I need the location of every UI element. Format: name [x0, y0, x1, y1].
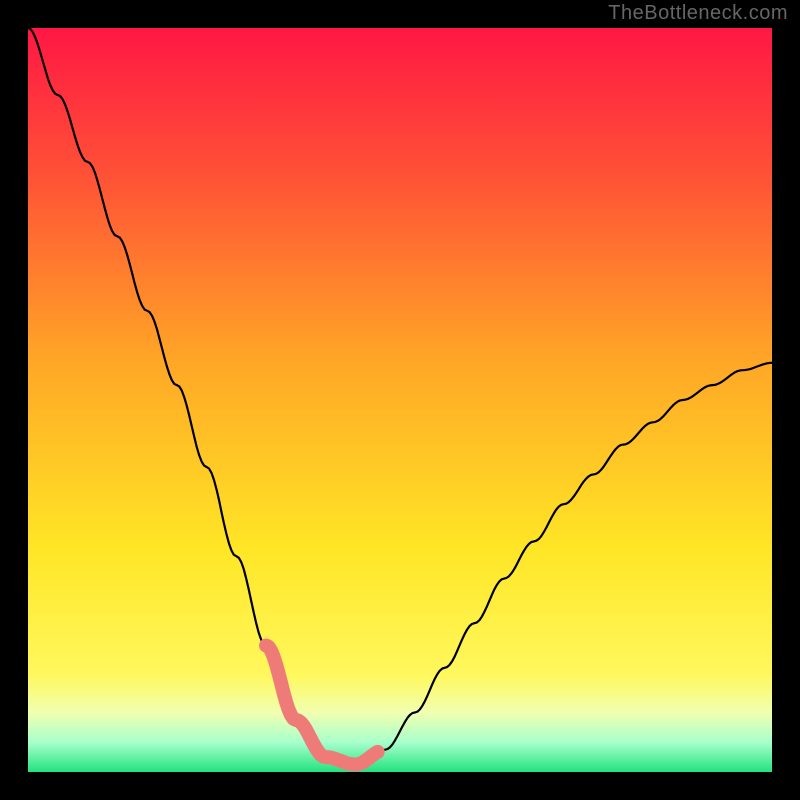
bottleneck-chart — [0, 0, 800, 800]
watermark-text: TheBottleneck.com — [608, 2, 788, 25]
chart-container: TheBottleneck.com — [0, 0, 800, 800]
plot-area — [28, 28, 772, 772]
